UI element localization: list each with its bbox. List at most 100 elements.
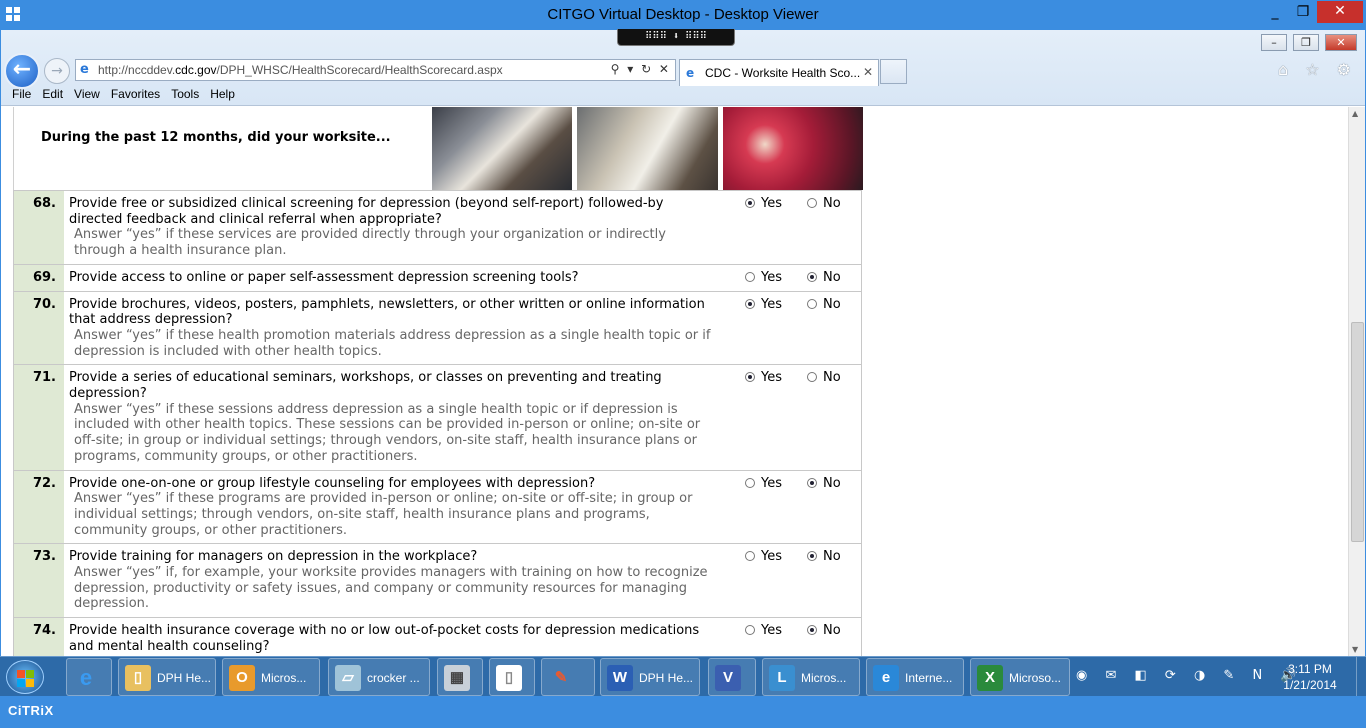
scrollbar-thumb[interactable] bbox=[1351, 322, 1364, 542]
question-body: Provide free or subsidized clinical scre… bbox=[64, 191, 861, 264]
address-bar[interactable]: e http://nccddev.cdc.gov/DPH_WHSC/Health… bbox=[75, 59, 676, 81]
question-number: 74. bbox=[14, 618, 64, 656]
pinned-document-button[interactable]: ▯ bbox=[489, 658, 535, 696]
no-option[interactable]: No bbox=[807, 623, 841, 638]
taskbar-item[interactable]: ▱ crocker ... bbox=[328, 658, 430, 696]
tab-close-icon[interactable]: ✕ bbox=[863, 65, 873, 79]
no-option[interactable]: No bbox=[807, 476, 841, 491]
browser-close-button[interactable]: ✕ bbox=[1325, 34, 1357, 51]
yes-radio[interactable] bbox=[745, 625, 755, 636]
pinned-ie-button[interactable]: e bbox=[66, 658, 112, 696]
minimize-button[interactable]: _ bbox=[1262, 2, 1288, 24]
document-icon: ▯ bbox=[496, 665, 522, 691]
yes-option[interactable]: Yes bbox=[745, 297, 782, 312]
menu-file[interactable]: File bbox=[1, 87, 31, 101]
question-row: 72. Provide one-on-one or group lifestyl… bbox=[14, 469, 861, 544]
forward-button[interactable]: → bbox=[44, 58, 70, 84]
question-body: Provide a series of educational seminars… bbox=[64, 365, 861, 469]
header-question: During the past 12 months, did your work… bbox=[41, 130, 391, 145]
menu-favorites[interactable]: Favorites bbox=[100, 87, 160, 101]
no-radio[interactable] bbox=[807, 298, 817, 309]
clock[interactable]: 3:11 PM 1/21/2014 bbox=[1270, 661, 1350, 693]
page-content: During the past 12 months, did your work… bbox=[1, 107, 1348, 656]
question-note: Answer “yes” if these sessions address d… bbox=[74, 401, 701, 464]
no-option[interactable]: No bbox=[807, 196, 841, 211]
close-button[interactable]: ✕ bbox=[1317, 1, 1363, 23]
show-desktop-button[interactable] bbox=[1356, 657, 1366, 697]
taskbar-item[interactable]: e Interne... bbox=[866, 658, 964, 696]
taskbar-item[interactable]: X Microso... bbox=[970, 658, 1070, 696]
question-row: 68. Provide free or subsidized clinical … bbox=[14, 190, 861, 264]
pinned-calculator-button[interactable]: ▦ bbox=[437, 658, 483, 696]
yes-label: Yes bbox=[761, 475, 782, 491]
no-option[interactable]: No bbox=[807, 270, 841, 285]
yes-option[interactable]: Yes bbox=[745, 476, 782, 491]
no-radio[interactable] bbox=[807, 271, 817, 282]
taskbar-item[interactable]: O Micros... bbox=[222, 658, 320, 696]
question-row: 69. Provide access to online or paper se… bbox=[14, 263, 861, 291]
taskbar-item[interactable]: ▯ DPH He... bbox=[118, 658, 216, 696]
question-body: Provide health insurance coverage with n… bbox=[64, 618, 861, 656]
taskbar-item[interactable]: W DPH He... bbox=[600, 658, 700, 696]
no-radio[interactable] bbox=[807, 625, 817, 636]
question-note: Answer “yes” if these programs are provi… bbox=[74, 491, 693, 538]
url-text[interactable]: http://nccddev.cdc.gov/DPH_WHSC/HealthSc… bbox=[98, 63, 503, 77]
yes-label: Yes bbox=[761, 296, 782, 312]
no-option[interactable]: No bbox=[807, 297, 841, 312]
yes-radio[interactable] bbox=[745, 551, 755, 562]
restore-button[interactable]: ❐ bbox=[1290, 2, 1316, 24]
no-label: No bbox=[823, 475, 841, 491]
taskbar-item-label: DPH He... bbox=[639, 671, 694, 685]
start-button[interactable] bbox=[6, 660, 44, 694]
no-option[interactable]: No bbox=[807, 370, 841, 385]
pinned-visio-button[interactable]: V bbox=[708, 658, 756, 696]
yes-option[interactable]: Yes bbox=[745, 370, 782, 385]
tab-cdc-worksite[interactable]: e CDC - Worksite Health Sco... ✕ bbox=[679, 59, 879, 86]
yes-label: Yes bbox=[761, 623, 782, 639]
yes-radio[interactable] bbox=[745, 298, 755, 309]
no-radio[interactable] bbox=[807, 198, 817, 208]
browser-restore-button[interactable]: ❐ bbox=[1293, 34, 1319, 51]
no-radio[interactable] bbox=[807, 551, 817, 562]
yes-radio[interactable] bbox=[745, 271, 755, 282]
question-text: Provide a series of educational seminars… bbox=[69, 370, 662, 402]
menu-bar: File Edit View Favorites Tools Help bbox=[1, 87, 235, 106]
yes-label: Yes bbox=[761, 549, 782, 565]
question-body: Provide training for managers on depress… bbox=[64, 544, 861, 617]
viewer-title: CITGO Virtual Desktop - Desktop Viewer bbox=[547, 6, 819, 23]
home-favorites-settings-icons[interactable]: ⌂ ☆ ⚙ bbox=[1278, 60, 1357, 79]
no-radio[interactable] bbox=[807, 372, 817, 383]
yes-option[interactable]: Yes bbox=[745, 549, 782, 564]
question-row: 73. Provide training for managers on dep… bbox=[14, 543, 861, 618]
yes-option[interactable]: Yes bbox=[745, 623, 782, 638]
menu-tools[interactable]: Tools bbox=[160, 87, 199, 101]
yes-radio[interactable] bbox=[745, 477, 755, 488]
no-radio[interactable] bbox=[807, 477, 817, 488]
browser-minimize-button[interactable]: – bbox=[1261, 34, 1287, 51]
back-button[interactable]: ← bbox=[4, 53, 40, 89]
menu-edit[interactable]: Edit bbox=[31, 87, 63, 101]
menu-help[interactable]: Help bbox=[199, 87, 235, 101]
question-number: 70. bbox=[14, 291, 64, 365]
yes-radio[interactable] bbox=[745, 198, 755, 208]
tab-favicon-icon: e bbox=[686, 66, 695, 80]
question-number: 69. bbox=[14, 264, 64, 291]
yes-option[interactable]: Yes bbox=[745, 270, 782, 285]
address-actions[interactable]: ⚲ ▾ ↻ ✕ bbox=[611, 62, 671, 76]
vertical-scrollbar[interactable]: ▲ ▼ bbox=[1348, 107, 1365, 656]
taskbar-item[interactable]: L Micros... bbox=[762, 658, 860, 696]
question-body: Provide one-on-one or group lifestyle co… bbox=[64, 471, 861, 544]
no-label: No bbox=[823, 269, 841, 285]
new-tab-button[interactable] bbox=[880, 59, 907, 84]
yes-option[interactable]: Yes bbox=[745, 196, 782, 211]
question-number: 73. bbox=[14, 544, 64, 618]
citrix-toolbar-handle[interactable]: ⠿⠿⠿ ⬇ ⠿⠿⠿ bbox=[617, 29, 735, 46]
lync-icon: L bbox=[769, 665, 795, 691]
pinned-tools-button[interactable]: ✎ bbox=[541, 658, 595, 696]
no-option[interactable]: No bbox=[807, 549, 841, 564]
menu-view[interactable]: View bbox=[63, 87, 100, 101]
yes-radio[interactable] bbox=[745, 372, 755, 383]
tab-title: CDC - Worksite Health Sco... bbox=[705, 66, 861, 80]
taskbar-item-label: Micros... bbox=[261, 671, 307, 685]
question-note: Answer “yes” if, for example, your works… bbox=[74, 565, 708, 612]
